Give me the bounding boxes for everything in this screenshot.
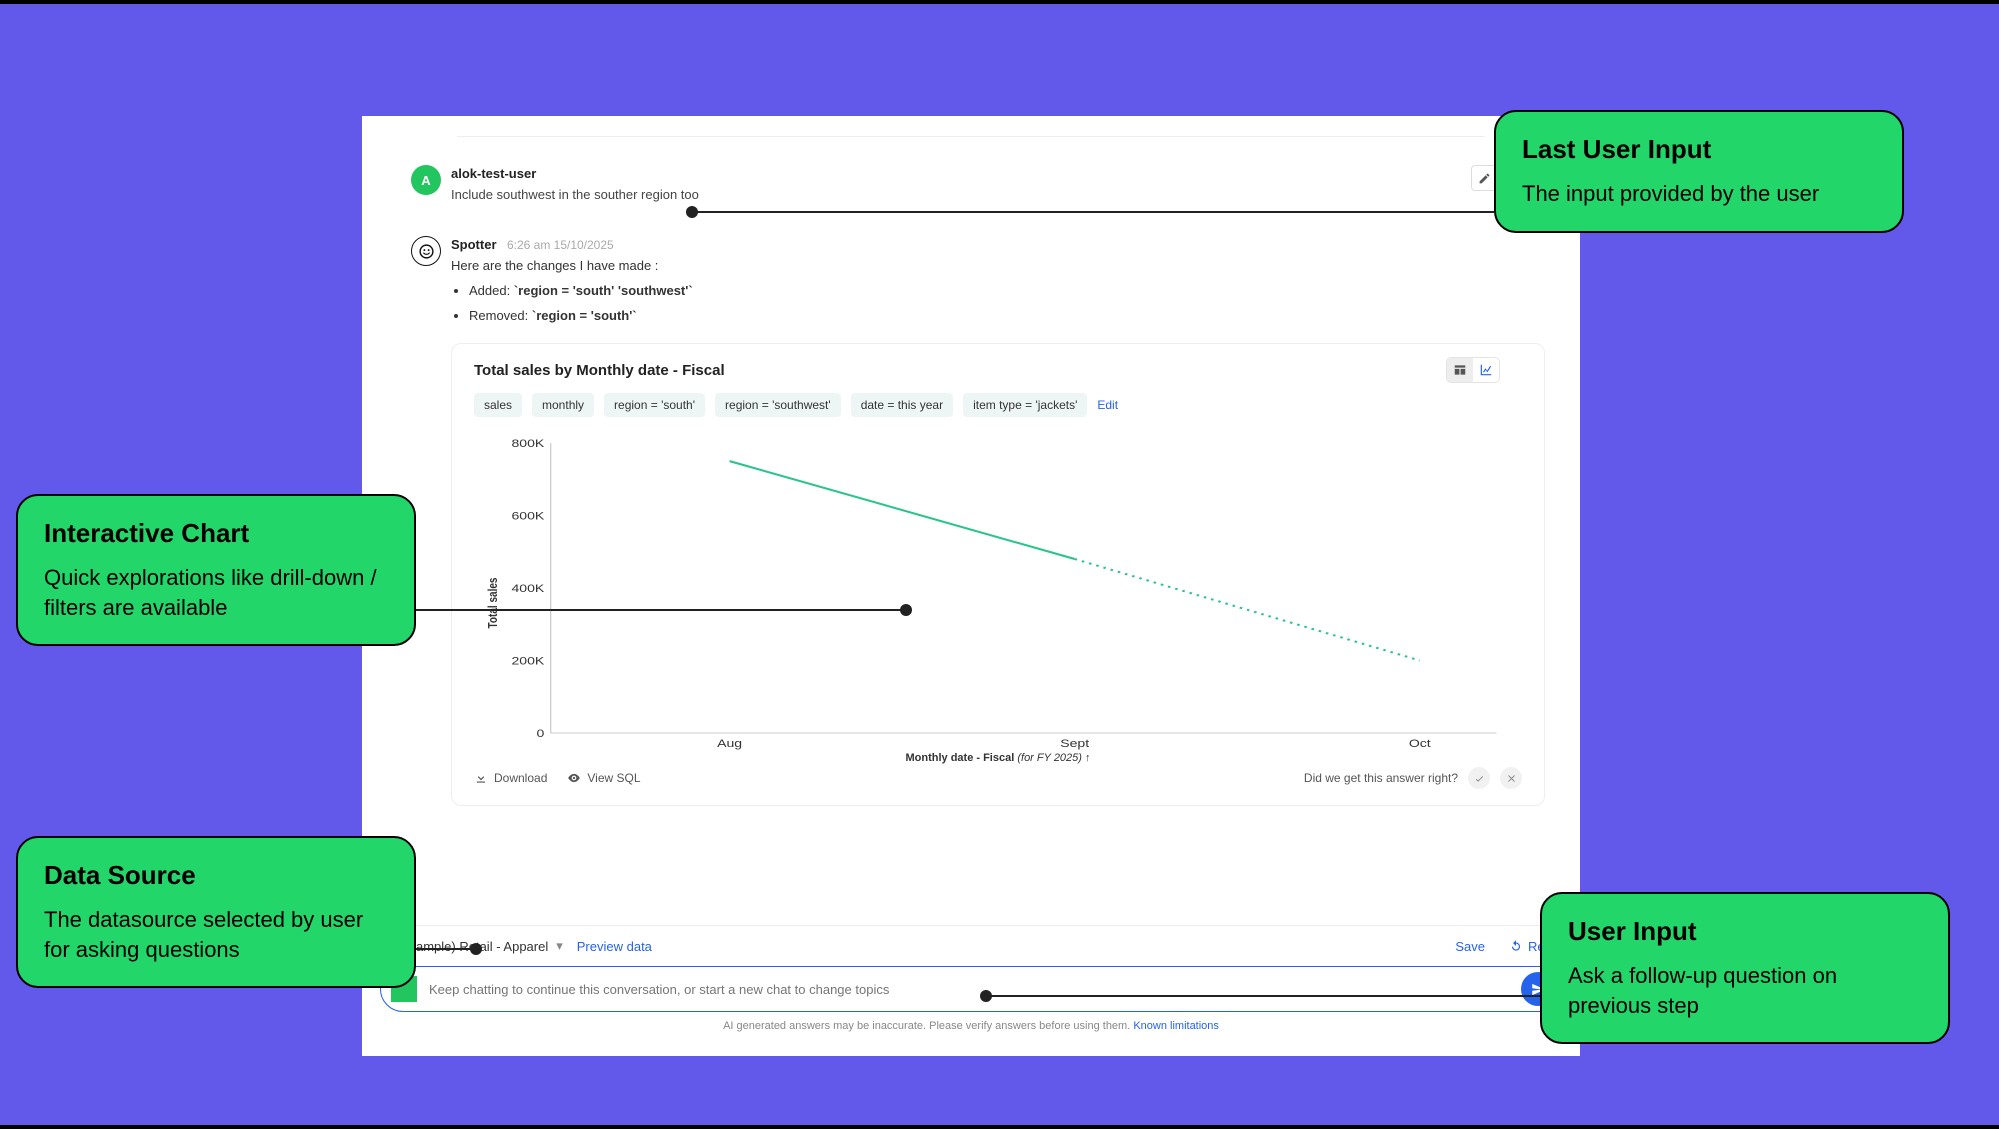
svg-text:400K: 400K: [511, 582, 544, 594]
change-removed: Removed: `region = 'south'`: [469, 308, 1545, 323]
svg-text:600K: 600K: [511, 510, 544, 522]
spotter-icon: [418, 243, 435, 260]
line-chart-icon: [1479, 363, 1493, 377]
bot-name: Spotter: [451, 237, 497, 252]
close-icon: [1506, 773, 1517, 784]
pencil-icon: [1478, 172, 1491, 185]
bot-timestamp: 6:26 am 15/10/2025: [507, 238, 614, 252]
viz-toggle-group: [1446, 357, 1500, 383]
edit-query-link[interactable]: Edit: [1097, 398, 1118, 412]
svg-text:Sept: Sept: [1060, 737, 1089, 749]
change-added: Added: `region = 'south' 'southwest'`: [469, 283, 1545, 298]
eye-icon: [567, 771, 581, 785]
chart-title: Total sales by Monthly date - Fiscal: [474, 362, 1522, 379]
reset-icon: [1509, 939, 1523, 953]
user-avatar: A: [411, 165, 441, 195]
bot-message: Spotter 6:26 am 15/10/2025 Here are the …: [397, 236, 1545, 323]
svg-text:200K: 200K: [511, 655, 544, 667]
feedback-no-button[interactable]: [1500, 767, 1522, 789]
pill-itemtype[interactable]: item type = 'jackets': [963, 393, 1087, 417]
annotation-user-input: User InputAsk a follow-up question on pr…: [1540, 892, 1950, 1044]
chart-x-axis-label: Monthly date - Fiscal: [905, 752, 1017, 764]
pill-region-south[interactable]: region = 'south': [604, 393, 705, 417]
chevron-down-icon[interactable]: ▾: [556, 938, 563, 954]
disclaimer-text: AI generated answers may be inaccurate. …: [362, 1020, 1580, 1032]
user-message-text: Include southwest in the souther region …: [451, 187, 1545, 202]
chat-input-container: A: [380, 966, 1562, 1012]
annotation-data-source: Data SourceThe datasource selected by us…: [16, 836, 416, 988]
annotation-chart: Interactive ChartQuick explorations like…: [16, 494, 416, 646]
view-sql-button[interactable]: View SQL: [567, 771, 640, 785]
preview-data-link[interactable]: Preview data: [577, 939, 652, 954]
bot-response-text: Here are the changes I have made : Added…: [451, 258, 1545, 323]
feedback-yes-button[interactable]: [1468, 767, 1490, 789]
svg-text:Aug: Aug: [717, 737, 742, 749]
svg-text:0: 0: [536, 727, 544, 739]
chart-plot-area[interactable]: 0 200K 400K 600K 800K Aug Sept Oct Total sales…: [474, 433, 1522, 753]
svg-text:800K: 800K: [511, 437, 544, 449]
pill-region-southwest[interactable]: region = 'southwest': [715, 393, 841, 417]
known-limitations-link[interactable]: Known limitations: [1133, 1020, 1219, 1032]
pill-sales[interactable]: sales: [474, 393, 522, 417]
svg-text:Oct: Oct: [1409, 737, 1431, 749]
bot-avatar: [411, 236, 441, 266]
table-icon: [1453, 363, 1467, 377]
chart-y-axis-label: Total sales: [487, 578, 500, 629]
feedback-prompt: Did we get this answer right?: [1304, 771, 1458, 785]
user-message: A alok-test-user Include southwest in th…: [397, 165, 1545, 202]
query-pills: sales monthly region = 'south' region = …: [474, 393, 1522, 417]
download-icon: [474, 771, 488, 785]
pill-monthly[interactable]: monthly: [532, 393, 594, 417]
conversation-panel: A alok-test-user Include southwest in th…: [362, 116, 1580, 1056]
pill-date[interactable]: date = this year: [851, 393, 953, 417]
table-view-button[interactable]: [1447, 358, 1473, 382]
user-name: alok-test-user: [451, 166, 536, 181]
composer-bar: (Sample) Retail - Apparel ▾ Preview data…: [362, 925, 1580, 1056]
chart-view-button[interactable]: [1473, 358, 1499, 382]
chat-scroll-area: A alok-test-user Include southwest in th…: [362, 116, 1580, 926]
download-button[interactable]: Download: [474, 771, 547, 785]
answer-chart-card: Total sales by Monthly date - Fiscal sal…: [451, 343, 1545, 806]
check-icon: [1474, 773, 1485, 784]
annotation-last-input: Last User InputThe input provided by the…: [1494, 110, 1904, 233]
save-button[interactable]: Save: [1455, 939, 1485, 954]
